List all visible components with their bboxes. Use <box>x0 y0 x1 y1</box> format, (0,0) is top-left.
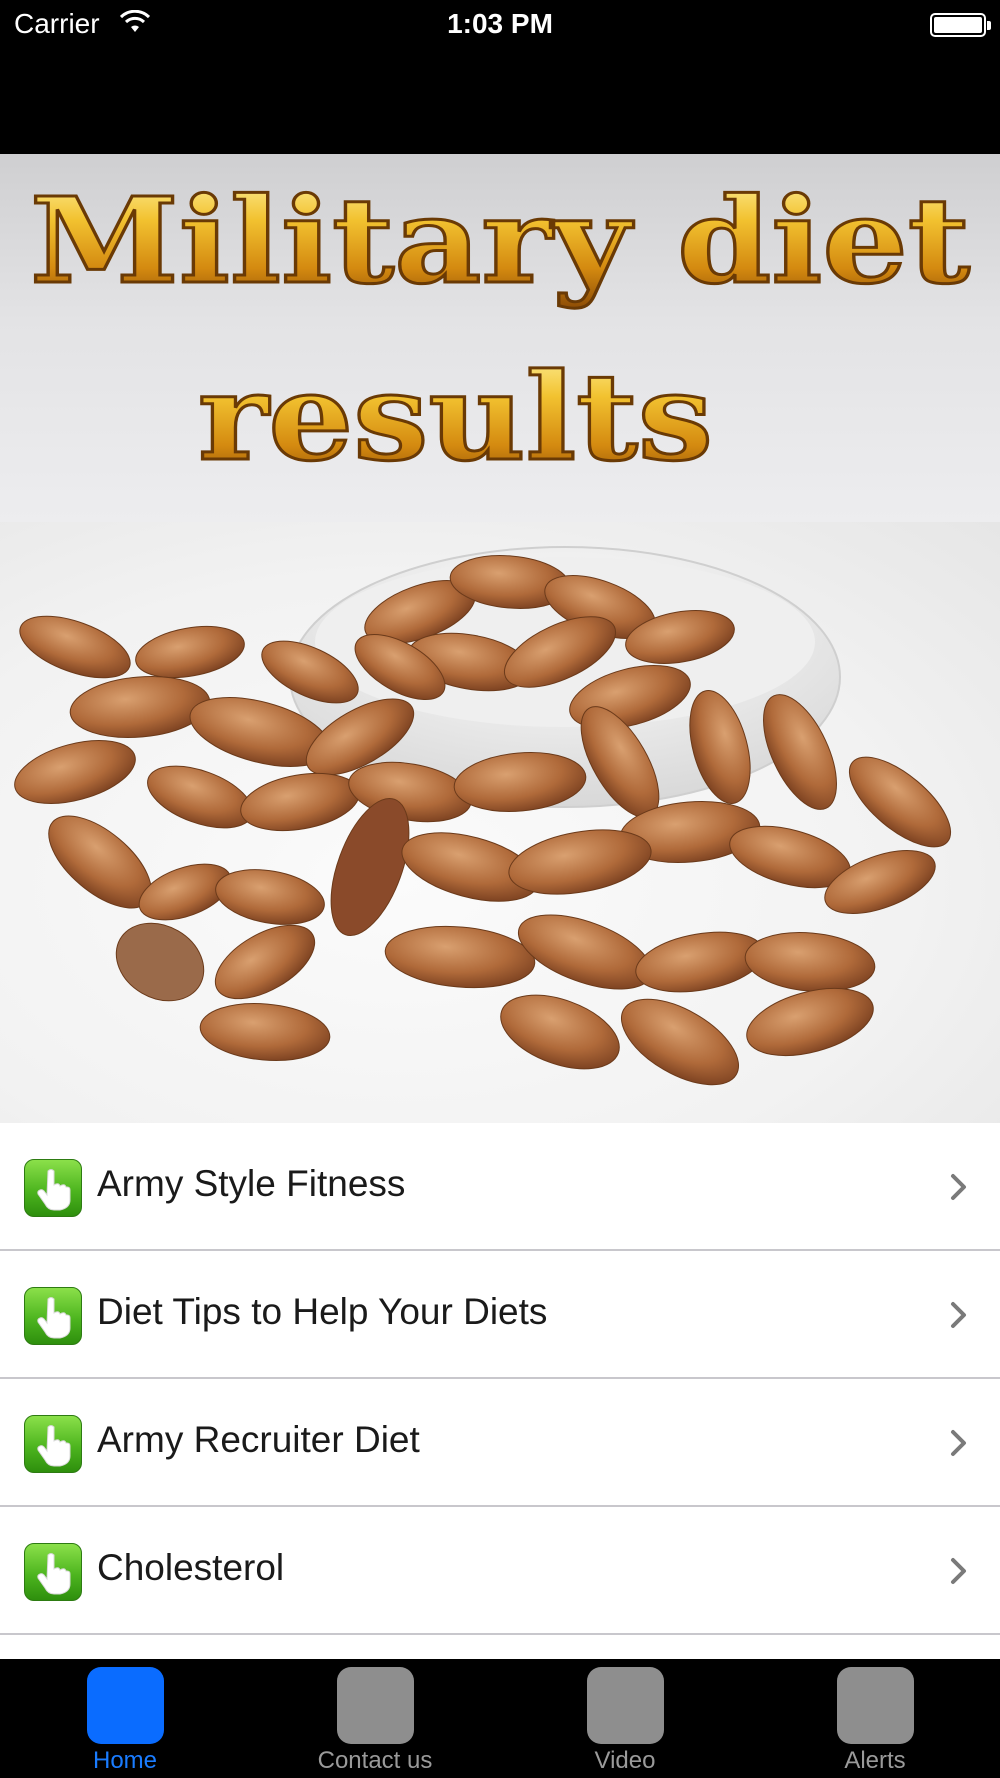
menu-item-label: Cholesterol <box>97 1547 285 1588</box>
video-tab-icon <box>587 1667 664 1744</box>
menu-item-army-style-fitness[interactable]: Army Style Fitness <box>0 1123 1000 1251</box>
tab-contact-us[interactable]: Contact us <box>250 1659 500 1778</box>
tab-label: Video <box>594 1747 656 1774</box>
banner-title-graphic: Military diet results <box>29 170 972 490</box>
battery-icon <box>930 13 991 37</box>
menu-item-cholesterol[interactable]: Cholesterol <box>0 1507 1000 1635</box>
pointing-hand-icon <box>24 1287 82 1345</box>
almonds-illustration <box>14 546 952 1086</box>
alerts-tab-icon <box>837 1667 914 1744</box>
tab-video[interactable]: Video <box>500 1659 750 1778</box>
menu-list: Army Style Fitness Diet Tips to Help You… <box>0 1123 1000 1659</box>
menu-item-label: Army Style Fitness <box>97 1163 406 1204</box>
chevron-right-icon <box>951 1558 966 1584</box>
pointing-hand-icon <box>24 1159 82 1217</box>
almonds-photo <box>0 522 1000 1123</box>
status-bar: Carrier 1:03 PM <box>0 0 1000 50</box>
contact-tab-icon <box>337 1667 414 1744</box>
menu-item-army-recruiter-diet[interactable]: Army Recruiter Diet <box>0 1379 1000 1507</box>
banner-title-line1: Military diet <box>30 171 970 310</box>
banner-title-line2: results <box>198 347 713 488</box>
chevron-right-icon <box>951 1430 966 1456</box>
tab-label: Home <box>92 1747 158 1774</box>
status-time: 1:03 PM <box>447 8 553 39</box>
tab-bar: Home Contact us Video Alerts <box>0 1659 1000 1778</box>
tab-label: Alerts <box>844 1747 906 1774</box>
pointing-hand-icon <box>24 1543 82 1601</box>
title-banner: Military diet results <box>0 154 1000 522</box>
tab-alerts[interactable]: Alerts <box>750 1659 1000 1778</box>
pointing-hand-icon <box>24 1415 82 1473</box>
tab-home[interactable]: Home <box>0 1659 250 1778</box>
menu-item-diet-tips[interactable]: Diet Tips to Help Your Diets <box>0 1251 1000 1379</box>
navigation-bar <box>0 50 1000 154</box>
chevron-right-icon <box>951 1302 966 1328</box>
home-tab-icon <box>87 1667 164 1744</box>
menu-item-label: Diet Tips to Help Your Diets <box>97 1291 548 1332</box>
menu-item-label: Army Recruiter Diet <box>97 1419 420 1460</box>
tab-label: Contact us <box>317 1747 433 1774</box>
chevron-right-icon <box>951 1174 966 1200</box>
